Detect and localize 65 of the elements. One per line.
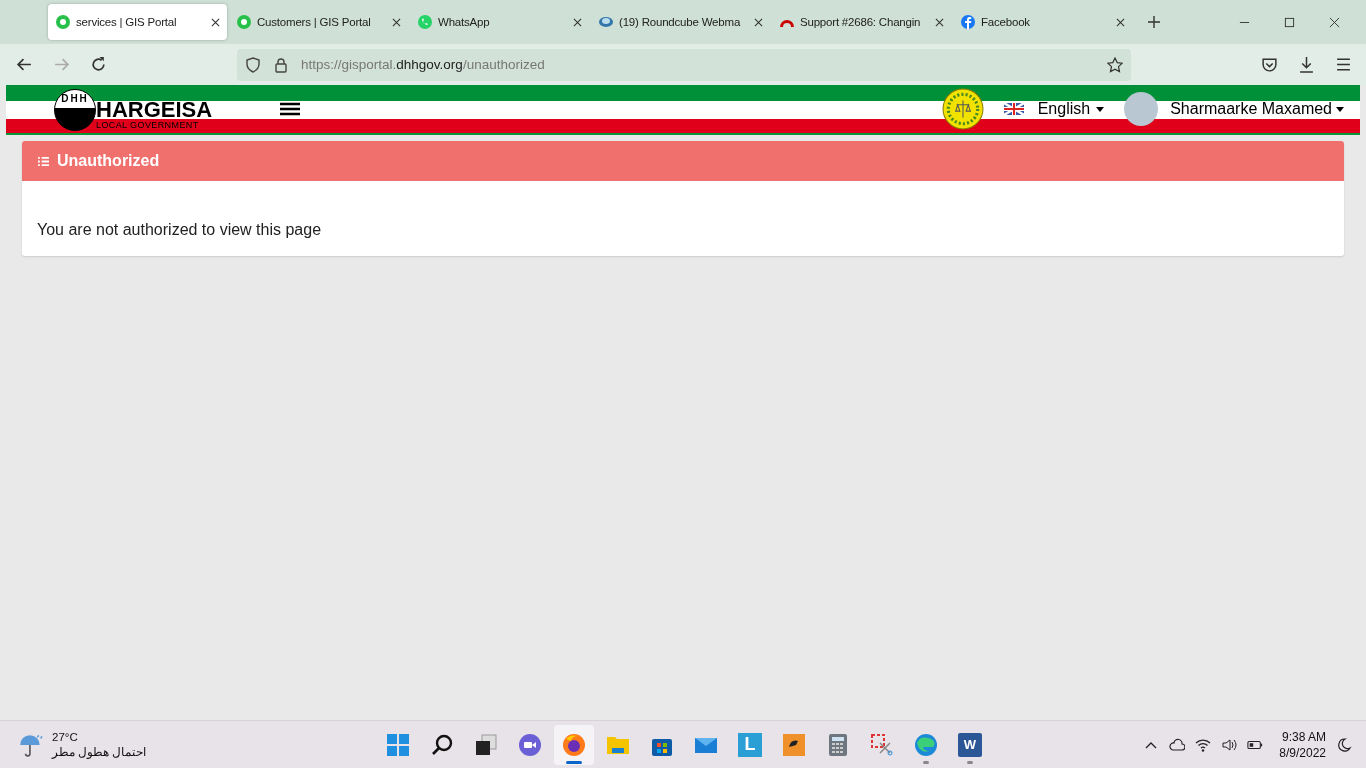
scissors-icon — [870, 732, 894, 757]
browser-tab[interactable]: Facebook — [953, 4, 1132, 40]
emblem-icon — [941, 88, 984, 130]
running-indicator — [566, 760, 582, 764]
clock[interactable]: 9:38 AM 8/9/2022 — [1279, 728, 1326, 761]
taskbar-app[interactable]: W — [950, 724, 990, 765]
logo-subtitle: LOCAL GOVERNMENT — [96, 120, 200, 130]
browser-tab[interactable]: services | GIS Portal — [48, 4, 227, 40]
menu-icon[interactable] — [1335, 56, 1352, 73]
running-indicator — [923, 760, 929, 764]
browser-tab[interactable]: Support #2686: Changin — [772, 4, 951, 40]
browser-tab[interactable]: Customers | GIS Portal — [229, 4, 408, 40]
running-indicator — [967, 760, 973, 764]
reload-icon[interactable] — [90, 56, 107, 73]
language-dropdown[interactable]: English — [1003, 100, 1105, 118]
logo-title: HARGEISA — [96, 100, 213, 120]
list-icon — [38, 155, 49, 167]
lock-icon — [273, 56, 289, 73]
time-text: 9:38 AM — [1281, 728, 1326, 745]
menu-icon[interactable] — [280, 102, 301, 116]
windows-stack-icon — [474, 732, 498, 757]
address-bar[interactable]: https://gisportal.dhhgov.org/unauthorized — [237, 48, 1131, 81]
pocket-icon[interactable] — [1261, 56, 1278, 73]
close-icon[interactable] — [935, 17, 944, 27]
new-tab-icon[interactable] — [1148, 16, 1160, 28]
logo-emblem: DHH — [54, 89, 96, 131]
browser-tab[interactable]: WhatsApp — [410, 4, 589, 40]
app-tile-icon: L — [738, 732, 762, 757]
f-circle-icon — [960, 14, 976, 30]
app-icon — [782, 732, 806, 757]
caret-icon — [1096, 106, 1105, 112]
close-icon[interactable] — [1116, 17, 1125, 27]
chat-icon — [417, 14, 433, 30]
calculator-icon — [826, 732, 850, 757]
message-text: You are not authorized to view this page — [37, 221, 322, 238]
card-title: Unauthorized — [57, 152, 160, 170]
word-icon: W — [958, 732, 982, 757]
user-menu[interactable]: Sharmaarke Maxamed — [1124, 92, 1344, 126]
search-icon — [430, 732, 454, 757]
download-icon[interactable] — [1298, 56, 1315, 73]
close-icon[interactable] — [573, 17, 582, 27]
url-text: https://gisportal.dhhgov.org/unauthorized — [301, 57, 546, 72]
taskbar-app[interactable] — [554, 724, 594, 765]
moon-icon[interactable] — [1336, 736, 1352, 753]
speaker-icon[interactable] — [1221, 736, 1238, 753]
date-text: 8/9/2022 — [1279, 744, 1326, 761]
back-arrow-icon[interactable] — [16, 56, 33, 73]
maximize-icon[interactable] — [1284, 16, 1295, 28]
video-chat-icon — [518, 732, 542, 757]
caret-icon — [1336, 106, 1344, 112]
avatar-photo-placeholder — [1124, 92, 1159, 126]
temperature-text: 27°C — [52, 729, 79, 745]
weather-condition: احتمال هطول مطر — [52, 744, 147, 760]
firefox-icon — [562, 732, 586, 757]
edge-icon — [914, 732, 938, 757]
logo[interactable]: DHH HARGEISA LOCAL GOVERNMENT — [54, 85, 213, 133]
star-icon[interactable] — [1107, 56, 1123, 73]
windows-icon — [386, 732, 410, 757]
close-icon[interactable] — [392, 17, 401, 27]
browser-tab[interactable]: (19) Roundcube Webma — [591, 4, 770, 40]
close-icon[interactable] — [211, 17, 220, 27]
close-icon[interactable] — [1329, 16, 1340, 28]
flag-icon — [1003, 103, 1024, 115]
shield-icon — [245, 56, 261, 73]
close-icon[interactable] — [754, 17, 763, 27]
